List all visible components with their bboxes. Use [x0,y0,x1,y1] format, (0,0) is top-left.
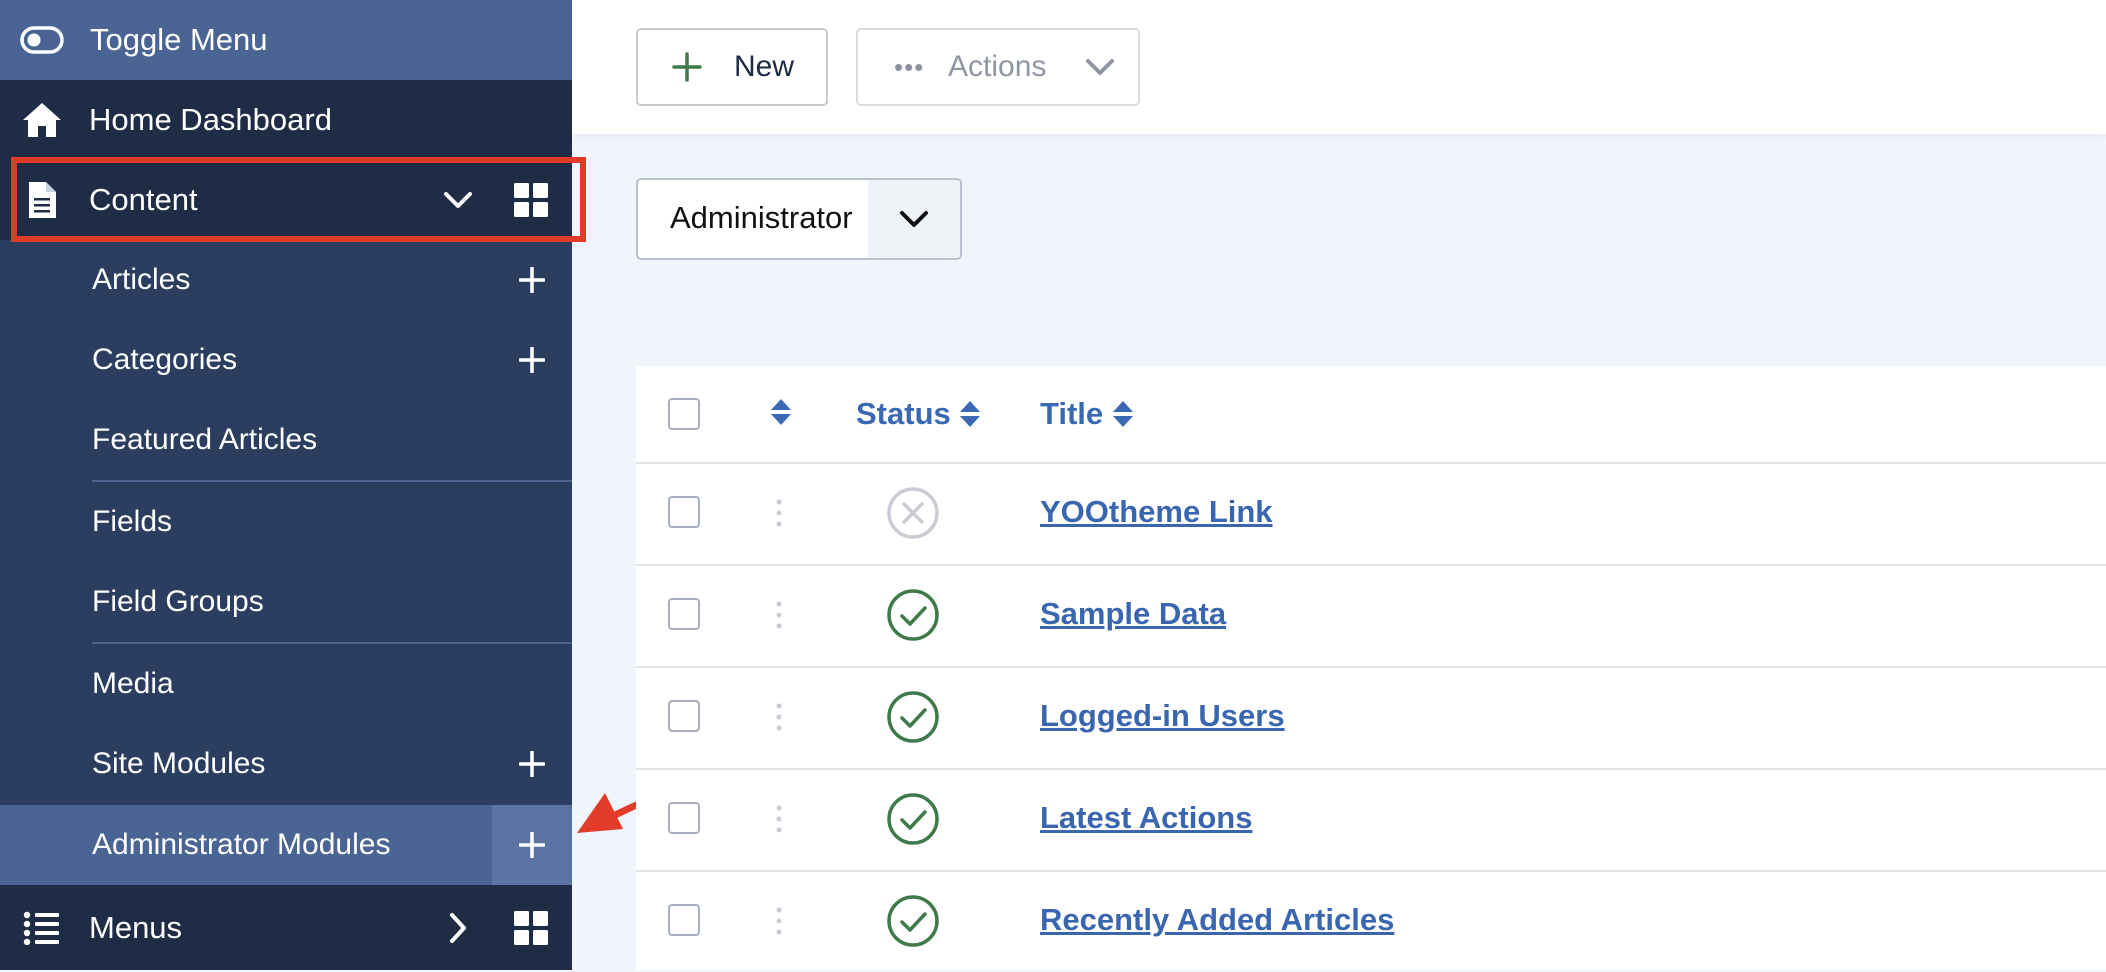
modules-table: Status Title YOOtheme Link Sample Data L… [636,366,2106,970]
drag-handle-icon[interactable] [774,906,784,936]
status-column-label: Status [856,396,951,431]
row-checkbox[interactable] [668,700,700,732]
drag-handle-icon[interactable] [774,702,784,732]
categories-label: Categories [92,343,238,376]
table-row: Recently Added Articles [636,870,2106,972]
table-header: Status Title [636,366,2106,464]
sidebar-item-home-dashboard[interactable]: Home Dashboard [0,80,572,160]
featured-articles-label: Featured Articles [92,423,318,456]
sidebar-item-fields[interactable]: Fields [0,482,572,562]
toolbar: New ••• Actions [572,0,2106,134]
add-administrator-module-icon[interactable] [492,805,572,885]
published-check-icon[interactable] [886,690,940,744]
sidebar-item-administrator-modules[interactable]: Administrator Modules [0,805,572,885]
title-column-header[interactable]: Title [1040,396,1134,432]
sidebar-item-featured-articles[interactable]: Featured Articles [0,400,572,480]
drag-handle-icon[interactable] [774,804,784,834]
module-title-link[interactable]: Recently Added Articles [1040,902,1394,938]
module-title-link[interactable]: YOOtheme Link [1040,494,1273,530]
annotation-highlight-box [11,157,586,242]
table-row: Logged-in Users [636,666,2106,770]
site-modules-label: Site Modules [92,747,266,780]
drag-handle-icon[interactable] [774,600,784,630]
sidebar-item-field-groups[interactable]: Field Groups [0,562,572,642]
select-all-checkbox[interactable] [668,398,700,430]
unpublished-icon[interactable] [886,486,940,540]
ellipsis-icon: ••• [894,51,925,82]
chevron-down-icon [868,180,960,258]
add-article-icon[interactable] [492,240,572,320]
add-site-module-icon[interactable] [492,724,572,804]
module-title-link[interactable]: Sample Data [1040,596,1226,632]
add-category-icon[interactable] [492,320,572,400]
menus-grid-icon[interactable] [511,908,551,948]
sort-icon [960,401,981,427]
sidebar-item-menus[interactable]: Menus [0,885,572,970]
chevron-right-icon[interactable] [440,910,476,946]
table-row: Sample Data [636,564,2106,668]
published-check-icon[interactable] [886,588,940,642]
plus-icon [672,52,702,82]
media-label: Media [92,667,174,700]
table-row: YOOtheme Link [636,462,2106,566]
drag-handle-icon[interactable] [774,498,784,528]
sort-order-icon[interactable] [770,398,792,426]
toggle-menu-button[interactable]: Toggle Menu [0,0,572,80]
row-checkbox[interactable] [668,802,700,834]
published-check-icon[interactable] [886,792,940,846]
table-row: Latest Actions [636,768,2106,872]
status-column-header[interactable]: Status [856,396,981,432]
new-button[interactable]: New [636,28,828,106]
sidebar-item-articles[interactable]: Articles [0,240,572,320]
row-checkbox[interactable] [668,496,700,528]
administrator-modules-label: Administrator Modules [92,828,391,861]
sidebar-item-categories[interactable]: Categories [0,320,572,400]
client-filter-value: Administrator [670,200,853,235]
new-button-label: New [734,50,795,83]
published-check-icon[interactable] [886,894,940,948]
menus-label: Menus [89,909,183,945]
client-filter-select[interactable]: Administrator [636,178,962,260]
actions-button[interactable]: ••• Actions [856,28,1140,106]
row-checkbox[interactable] [668,904,700,936]
fields-label: Fields [92,505,173,538]
module-title-link[interactable]: Latest Actions [1040,800,1252,836]
sidebar: Toggle Menu Home Dashboard Content Artic… [0,0,572,970]
home-icon [20,98,64,142]
sidebar-item-site-modules[interactable]: Site Modules [0,724,572,804]
articles-label: Articles [92,263,191,296]
sidebar-item-media[interactable]: Media [0,644,572,724]
title-column-label: Title [1040,396,1104,431]
sort-icon [1112,401,1133,427]
actions-button-label: Actions [948,50,1047,83]
toggle-icon [20,18,64,62]
field-groups-label: Field Groups [92,585,264,618]
home-dashboard-label: Home Dashboard [89,102,332,137]
toggle-menu-label: Toggle Menu [90,22,268,57]
module-title-link[interactable]: Logged-in Users [1040,698,1285,734]
chevron-down-icon [1086,59,1114,75]
list-icon [20,906,64,950]
row-checkbox[interactable] [668,598,700,630]
